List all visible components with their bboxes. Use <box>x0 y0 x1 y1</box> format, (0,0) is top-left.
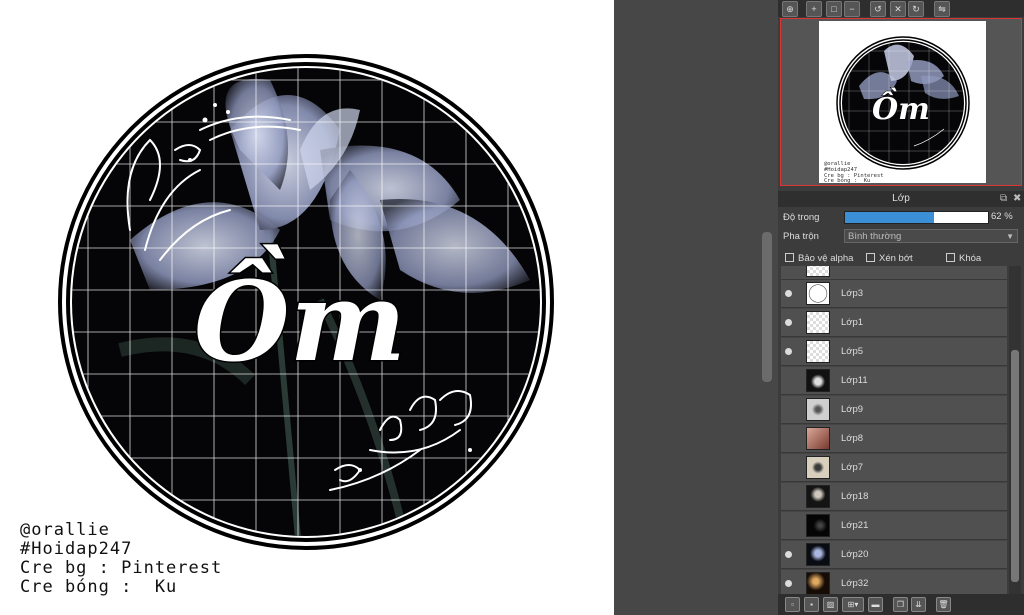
navigator-credit-4: Cre bóng : Ku <box>824 178 871 183</box>
opacity-slider-fill <box>845 212 934 223</box>
merge-layer-icon[interactable]: ⇊ <box>911 597 926 612</box>
layer-name: Lớp7 <box>841 462 864 473</box>
zoom-in-icon[interactable]: + <box>806 1 822 17</box>
right-panel: ⊕ + □ − ↺ ✕ ↻ ⇋ Ồm @orallie #Hoidap247 C… <box>778 0 1024 615</box>
layer-name: Lớp9 <box>841 404 864 415</box>
close-icon[interactable]: ✖ <box>1013 191 1021 207</box>
layer-row[interactable]: Lớp3 <box>781 280 1007 308</box>
new-raster-layer-icon[interactable]: ▪ <box>804 597 819 612</box>
opacity-label: Độ trong <box>783 212 820 223</box>
popout-icon[interactable]: ⧉ <box>1000 191 1007 207</box>
clip-label: Xén bớt <box>879 253 913 264</box>
layer-row[interactable]: Lớp20 <box>781 541 1007 569</box>
blend-mode-label: Pha trộn <box>783 231 819 242</box>
chevron-down-icon: ▼ <box>1006 232 1014 241</box>
navigator-title: Ồm <box>872 87 930 127</box>
credit-line-4: Cre bóng : Ku <box>20 577 178 597</box>
protect-alpha-label: Bảo vệ alpha <box>798 253 854 264</box>
layer-row[interactable]: Lớp32 <box>781 570 1007 594</box>
new-layer-icon[interactable]: ▫ <box>785 597 800 612</box>
layer-thumbnail <box>806 398 830 421</box>
layer-row[interactable]: Lớp5 <box>781 338 1007 366</box>
rotate-right-icon[interactable]: ↻ <box>908 1 924 17</box>
layer-row[interactable]: Lớp18 <box>781 483 1007 511</box>
layer-thumbnail <box>806 572 830 594</box>
visibility-eye-icon[interactable] <box>785 551 792 558</box>
layers-panel-header: Lớp ⧉ ✖ <box>778 191 1024 207</box>
checkbox-icon <box>946 253 955 262</box>
layer-thumbnail <box>806 485 830 508</box>
credit-line-3: Cre bg : Pinterest <box>20 558 223 578</box>
opacity-slider[interactable] <box>844 211 989 224</box>
layer-row[interactable]: Lớp9 <box>781 396 1007 424</box>
drawing-canvas[interactable]: Ồm @orallie #Hoidap247 Cre bg : Pinteres… <box>0 0 614 615</box>
layer-name: Lớp21 <box>841 520 869 531</box>
layer-thumbnail <box>806 543 830 566</box>
visibility-eye-icon[interactable] <box>785 348 792 355</box>
layer-name: Lớp8 <box>841 433 864 444</box>
layer-name: Lớp32 <box>841 578 869 589</box>
layer-name: Lớp5 <box>841 346 864 357</box>
lock-checkbox[interactable]: Khóa <box>946 253 981 264</box>
layer-thumbnail <box>806 427 830 450</box>
layer-thumbnail <box>806 340 830 363</box>
layer-row[interactable]: Lớp21 <box>781 512 1007 540</box>
reset-view-icon[interactable]: ✕ <box>890 1 906 17</box>
new-folder-icon[interactable]: ▬ <box>868 597 883 612</box>
zoom-out-icon[interactable]: − <box>844 1 860 17</box>
navigator-thumbnail: Ồm @orallie #Hoidap247 Cre bg : Pinteres… <box>819 21 986 183</box>
lock-label: Khóa <box>959 253 982 264</box>
canvas-scrollbar[interactable] <box>762 232 772 382</box>
visibility-eye-icon[interactable] <box>785 319 792 326</box>
layer-actions-toolbar: ▫ ▪ ▨ ⊞▾ ▬ ❐ ⇊ 🗑 <box>778 594 1024 615</box>
fit-window-icon[interactable]: □ <box>826 1 842 17</box>
layer-list[interactable]: Lớp3 Lớp1 Lớp5 Lớp11 Lớp9 Lớp8 Lớp7 Lớp18 Lớp21 L… <box>781 266 1007 594</box>
protect-alpha-checkbox[interactable]: Bảo vệ alpha <box>785 253 853 264</box>
layer-name: Lớp3 <box>841 288 864 299</box>
new-vector-layer-icon[interactable]: ▨ <box>823 597 838 612</box>
layer-thumbnail <box>806 282 830 305</box>
layer-name: Lớp20 <box>841 549 869 560</box>
navigator-artwork: Ồm <box>836 36 970 170</box>
layer-thumbnail <box>806 266 830 277</box>
credit-line-1: @orallie <box>20 520 110 540</box>
opacity-value: 62 % <box>991 211 1013 222</box>
rotate-left-icon[interactable]: ↺ <box>870 1 886 17</box>
blend-mode-select[interactable]: Bình thường ▼ <box>844 229 1018 243</box>
layer-thumbnail <box>806 311 830 334</box>
navigator-preview[interactable]: Ồm @orallie #Hoidap247 Cre bg : Pinteres… <box>780 18 1022 186</box>
visibility-eye-icon[interactable] <box>785 290 792 297</box>
duplicate-layer-icon[interactable]: ❐ <box>893 597 908 612</box>
layer-row-partial[interactable] <box>781 266 1007 280</box>
workspace-gutter <box>614 0 778 615</box>
layers-panel-title: Lớp <box>892 193 910 204</box>
clip-checkbox[interactable]: Xén bớt <box>866 253 913 264</box>
layer-row[interactable]: Lớp11 <box>781 367 1007 395</box>
checkbox-icon <box>785 253 794 262</box>
layer-name: Lớp11 <box>841 375 868 386</box>
checkbox-icon <box>866 253 875 262</box>
artwork-title: Ồm <box>194 243 406 386</box>
blend-mode-value: Bình thường <box>848 231 902 242</box>
visibility-eye-icon[interactable] <box>785 580 792 587</box>
layer-row[interactable]: Lớp7 <box>781 454 1007 482</box>
navigator-toolbar: ⊕ + □ − ↺ ✕ ↻ ⇋ <box>778 0 1024 17</box>
add-layer-menu-icon[interactable]: ⊞▾ <box>842 597 864 612</box>
layer-name: Lớp1 <box>841 317 864 328</box>
layer-list-scrollbar-thumb[interactable] <box>1011 350 1019 582</box>
layer-row[interactable]: Lớp1 <box>781 309 1007 337</box>
zoom-fit-icon[interactable]: ⊕ <box>782 1 798 17</box>
layer-name: Lớp18 <box>841 491 869 502</box>
layer-thumbnail <box>806 456 830 479</box>
delete-layer-icon[interactable]: 🗑 <box>936 597 951 612</box>
layer-row[interactable]: Lớp8 <box>781 425 1007 453</box>
flip-horizontal-icon[interactable]: ⇋ <box>934 1 950 17</box>
credit-line-2: #Hoidap247 <box>20 539 133 559</box>
layer-thumbnail <box>806 514 830 537</box>
layer-thumbnail <box>806 369 830 392</box>
